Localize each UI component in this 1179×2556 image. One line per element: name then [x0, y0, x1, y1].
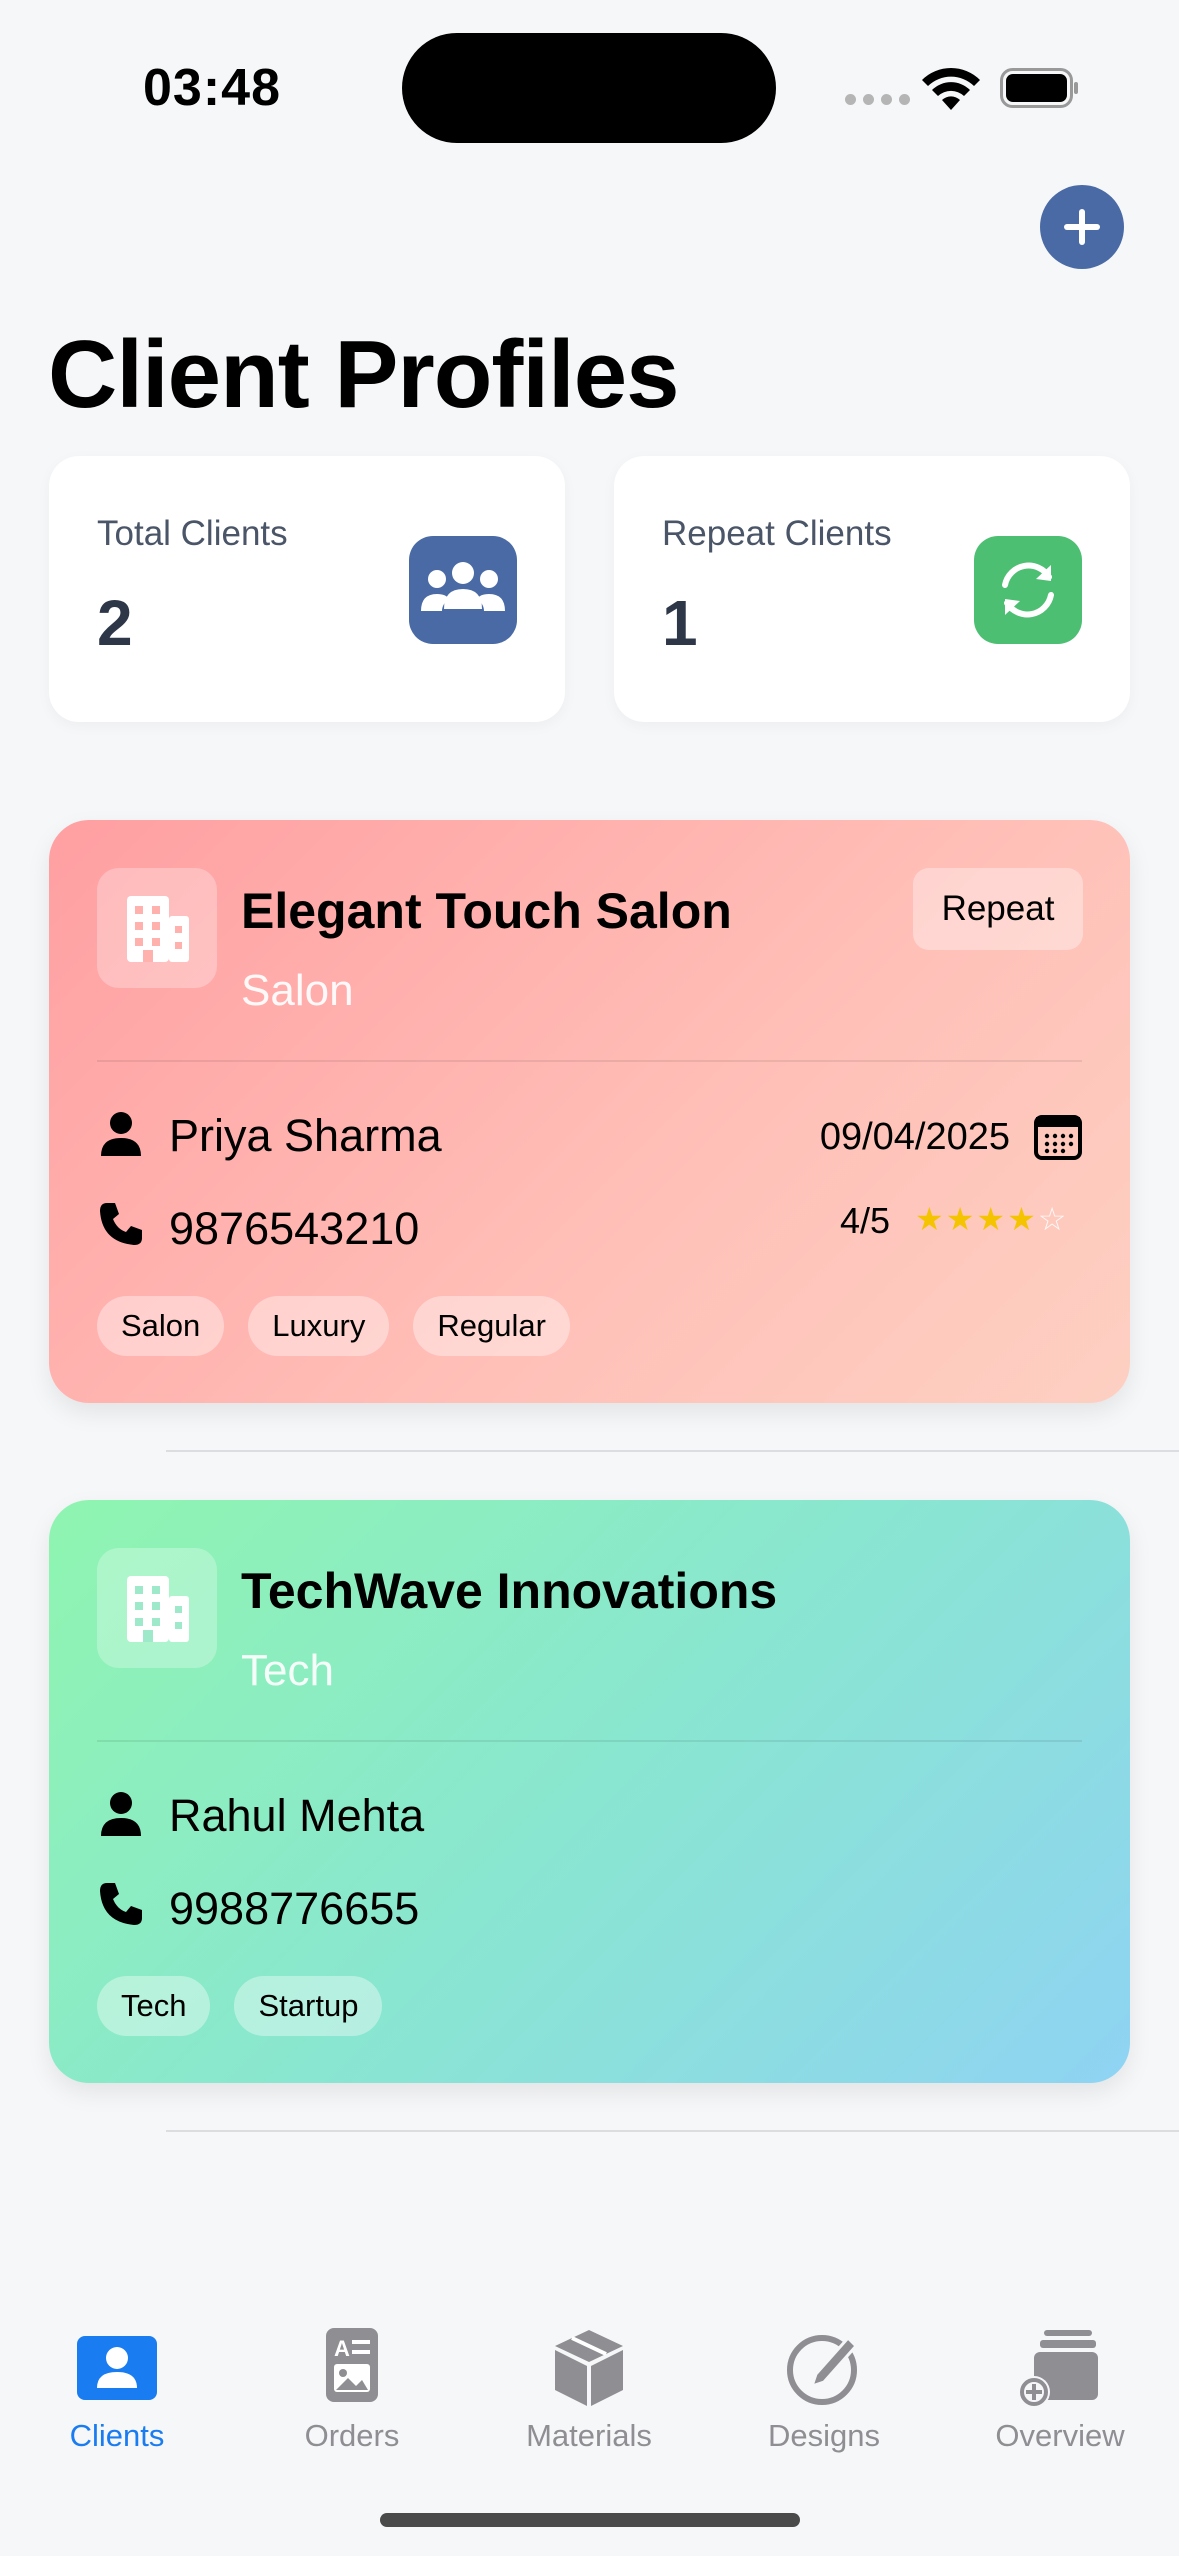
list-separator: [166, 1450, 1179, 1452]
page-title: Client Profiles: [48, 321, 679, 428]
contact-name: Rahul Mehta: [169, 1790, 425, 1841]
tab-bar: Clients A Orders Materials Designs Overv…: [0, 2310, 1179, 2460]
list-separator: [166, 2130, 1179, 2132]
tab-label: Overview: [995, 2418, 1125, 2453]
person-icon: [101, 1112, 141, 1156]
tag: Salon: [97, 1296, 225, 1356]
person-icon: [101, 1792, 141, 1836]
cellular-signal-icon: [845, 94, 910, 105]
home-indicator: [380, 2513, 800, 2527]
contact-phone: 9988776655: [169, 1883, 420, 1934]
battery-icon: [1000, 68, 1078, 108]
tag: Luxury: [248, 1296, 390, 1356]
client-name: Elegant Touch Salon: [241, 883, 732, 939]
tag-list: Salon Luxury Regular: [97, 1296, 570, 1356]
tag: Regular: [413, 1296, 570, 1356]
tag-list: Tech Startup: [97, 1976, 383, 2036]
building-icon: [97, 1548, 217, 1668]
client-category: Tech: [241, 1646, 334, 1695]
phone-icon: [100, 1203, 142, 1245]
star-icon: ★: [1007, 1201, 1038, 1237]
tab-label: Clients: [69, 2418, 165, 2453]
stat-label: Repeat Clients: [662, 514, 892, 553]
tag: Tech: [97, 1976, 211, 2036]
svg-text:A: A: [334, 2336, 350, 2361]
person-card-icon: [77, 2336, 157, 2400]
star-empty-icon: ☆: [1037, 1201, 1069, 1237]
document-icon: A: [326, 2328, 378, 2402]
building-icon: [97, 868, 217, 988]
refresh-icon: [974, 536, 1082, 644]
stat-label: Total Clients: [97, 514, 288, 553]
status-time: 03:48: [143, 59, 281, 117]
stack-plus-icon: [1018, 2330, 1098, 2408]
contact-phone: 9876543210: [169, 1203, 420, 1254]
users-icon: [409, 536, 517, 644]
tab-label: Materials: [526, 2418, 652, 2453]
tab-materials[interactable]: Materials: [489, 2310, 689, 2454]
client-category: Salon: [241, 966, 354, 1015]
divider: [97, 1740, 1082, 1742]
wifi-icon: [922, 67, 980, 110]
star-icon: ★: [945, 1201, 977, 1237]
plus-icon: [1064, 209, 1100, 245]
pencil-circle-icon: [787, 2335, 859, 2405]
contact-name: Priya Sharma: [169, 1110, 442, 1161]
repeat-badge: Repeat: [913, 868, 1083, 950]
stat-value: 2: [97, 587, 133, 659]
tab-overview[interactable]: Overview: [960, 2310, 1160, 2454]
tab-orders[interactable]: A Orders: [252, 2310, 452, 2454]
star-icon: ★: [976, 1201, 1008, 1237]
tab-clients[interactable]: Clients: [17, 2310, 217, 2454]
client-date: 09/04/2025: [819, 1116, 1010, 1158]
box-icon: [555, 2330, 623, 2406]
calendar-icon: [1034, 1115, 1082, 1160]
repeat-clients-card: Repeat Clients 1: [614, 456, 1130, 722]
stat-value: 1: [662, 587, 698, 659]
tab-label: Designs: [768, 2418, 880, 2453]
client-card[interactable]: TechWave Innovations Tech Rahul Mehta 99…: [49, 1500, 1130, 2083]
star-rating: ★★★★☆: [915, 1200, 1068, 1238]
rating-text: 4/5: [839, 1200, 890, 1241]
add-client-button[interactable]: [1040, 185, 1124, 269]
tag: Startup: [234, 1976, 383, 2036]
client-card[interactable]: Elegant Touch Salon Salon Repeat Priya S…: [49, 820, 1130, 1403]
star-icon: ★: [915, 1201, 946, 1237]
tab-label: Orders: [304, 2418, 400, 2453]
total-clients-card: Total Clients 2: [49, 456, 565, 722]
divider: [97, 1060, 1082, 1062]
phone-icon: [100, 1883, 142, 1925]
client-name: TechWave Innovations: [241, 1563, 778, 1619]
tab-designs[interactable]: Designs: [724, 2310, 924, 2454]
dynamic-island: [402, 33, 776, 143]
